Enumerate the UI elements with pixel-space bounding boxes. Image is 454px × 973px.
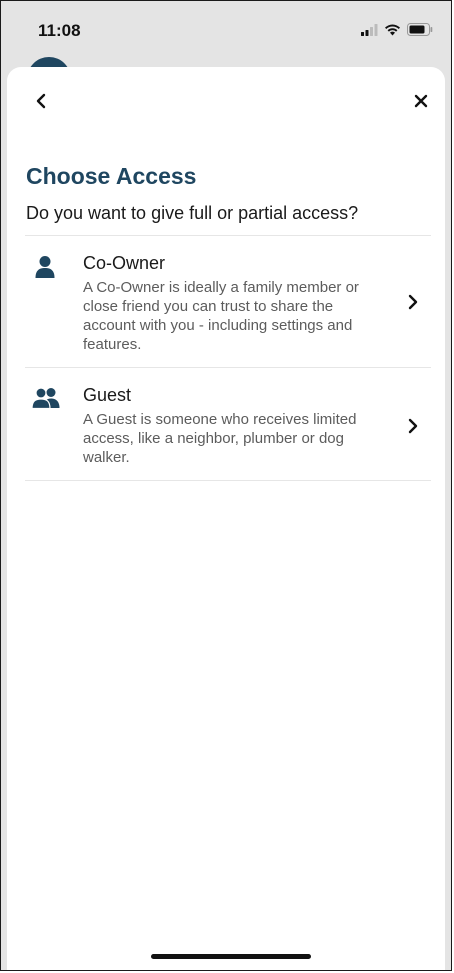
phone-screen: 11:08 Choose Access Do you want to give … <box>0 0 452 971</box>
option-description: A Guest is someone who receives limited … <box>83 411 357 466</box>
status-bar: 11:08 <box>1 1 451 63</box>
page-subtitle: Do you want to give full or partial acce… <box>26 203 359 223</box>
chevron-left-icon <box>36 93 46 109</box>
people-icon <box>31 387 61 414</box>
page-title: Choose Access <box>26 163 197 189</box>
person-icon <box>34 255 56 284</box>
option-description: A Co-Owner is ideally a family member or… <box>83 279 359 353</box>
home-indicator[interactable] <box>151 954 311 959</box>
chevron-right-icon <box>407 294 419 315</box>
back-button[interactable] <box>31 91 51 111</box>
divider <box>25 480 431 481</box>
close-button[interactable] <box>411 91 431 111</box>
option-guest[interactable]: Guest A Guest is someone who receives li… <box>25 367 431 480</box>
close-icon <box>414 94 428 108</box>
option-title: Co-Owner <box>83 253 166 273</box>
status-time: 11:08 <box>38 21 81 40</box>
option-co-owner[interactable]: Co-Owner A Co-Owner is ideally a family … <box>25 235 431 367</box>
option-title: Guest <box>83 385 132 405</box>
status-icons <box>361 23 433 41</box>
signal-icon <box>361 23 378 41</box>
wifi-icon <box>384 23 401 41</box>
battery-icon <box>407 23 433 41</box>
chevron-right-icon <box>407 418 419 439</box>
choose-access-sheet: Choose Access Do you want to give full o… <box>7 67 445 970</box>
